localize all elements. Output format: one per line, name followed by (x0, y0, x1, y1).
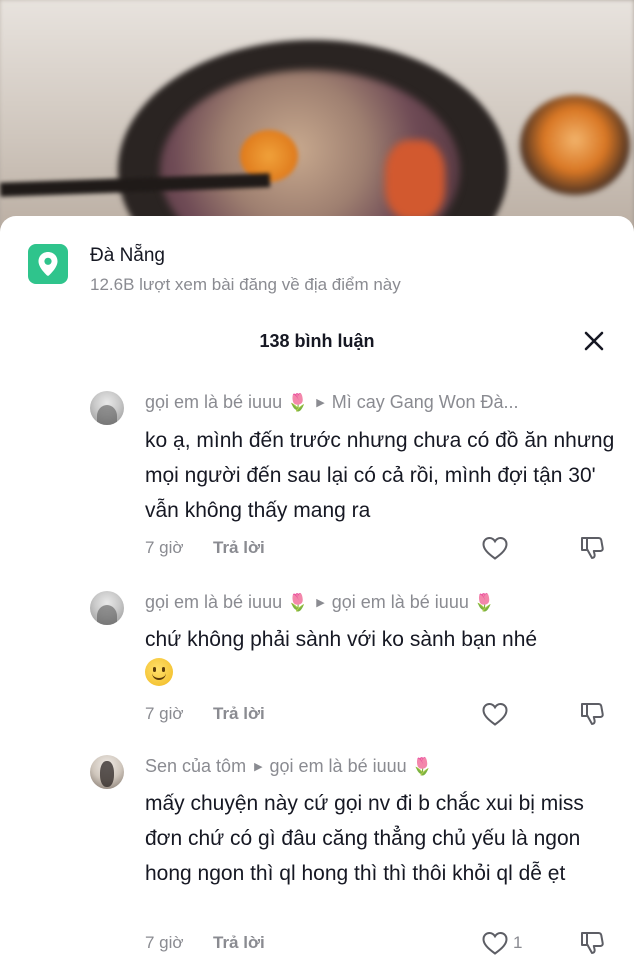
reply-button[interactable]: Trả lời (213, 930, 265, 956)
comment-meta: gọi em là bé iuuu 🌷 ▶ gọi em là bé iuuu 🌷 (145, 590, 495, 615)
comment-time: 7 giờ (145, 933, 184, 952)
dislike-button[interactable] (579, 701, 605, 732)
tulip-emoji: 🌷 (473, 593, 496, 613)
tulip-emoji: 🌷 (287, 593, 309, 613)
location-banner[interactable]: Đà Nẵng 12.6B lượt xem bài đăng về địa đ… (28, 244, 401, 296)
heart-icon (482, 931, 508, 955)
reply-button[interactable]: Trả lời (213, 535, 265, 561)
comment-text: mấy chuyện này cứ gọi nv đi b chắc xui b… (145, 792, 584, 885)
like-count: 1 (513, 933, 523, 952)
avatar[interactable] (90, 755, 124, 789)
comment-author[interactable]: Sen của tôm (145, 756, 246, 776)
comment-author[interactable]: gọi em là bé iuuu (145, 592, 282, 612)
avatar[interactable] (90, 391, 124, 425)
thumbs-down-icon (581, 932, 604, 954)
reply-to-name[interactable]: gọi em là bé iuuu (270, 756, 407, 776)
comment-text: ko ạ, mình đến trước nhưng chưa có đồ ăn… (145, 429, 615, 522)
smiley-emoji (145, 658, 173, 686)
avatar[interactable] (90, 591, 124, 625)
location-pin-icon (28, 244, 68, 284)
comment-actions: 7 giờ Trả lời 1 (145, 930, 620, 956)
comment-actions: 7 giờ Trả lời (145, 535, 620, 561)
reply-to-name[interactable]: gọi em là bé iuuu (332, 592, 469, 612)
comment-meta: Sen của tôm ▶ gọi em là bé iuuu 🌷 (145, 754, 433, 779)
like-button[interactable]: 1 (481, 930, 522, 956)
thumbs-down-icon (581, 703, 604, 725)
close-icon (584, 331, 604, 351)
location-name: Đà Nẵng (90, 245, 165, 266)
comments-count: 138 bình luận (259, 331, 375, 351)
comment-actions: 7 giờ Trả lời (145, 701, 620, 727)
reply-to-name[interactable]: Mì cay Gang Won Đà... (332, 392, 519, 412)
tulip-emoji: 🌷 (411, 757, 433, 777)
reply-arrow-icon: ▶ (316, 597, 325, 609)
comment-meta: gọi em là bé iuuu 🌷 ▶ Mì cay Gang Won Đà..… (145, 390, 519, 415)
post-photo-background (0, 0, 634, 250)
comment-time: 7 giờ (145, 704, 184, 723)
comment-text-content: chứ không phải sành với ko sành bạn nhé (145, 628, 538, 651)
tulip-emoji: 🌷 (287, 393, 309, 413)
like-button[interactable] (481, 535, 513, 561)
comment-author[interactable]: gọi em là bé iuuu (145, 392, 282, 412)
comments-header: 138 bình luận (0, 326, 634, 356)
reply-arrow-icon: ▶ (254, 761, 263, 773)
location-views: 12.6B lượt xem bài đăng về địa điểm này (90, 275, 401, 294)
like-button[interactable] (481, 701, 513, 727)
reply-arrow-icon: ▶ (316, 397, 325, 409)
comment-text: chứ không phải sành với ko sành bạn nhé (145, 622, 620, 692)
dislike-button[interactable] (579, 930, 605, 960)
comment-time: 7 giờ (145, 538, 184, 557)
comments-sheet: Đà Nẵng 12.6B lượt xem bài đăng về địa đ… (0, 216, 634, 960)
reply-button[interactable]: Trả lời (213, 701, 265, 727)
heart-icon (482, 536, 508, 560)
close-button[interactable] (582, 329, 606, 353)
thumbs-down-icon (581, 537, 604, 559)
dislike-button[interactable] (579, 535, 605, 566)
heart-icon (482, 702, 508, 726)
